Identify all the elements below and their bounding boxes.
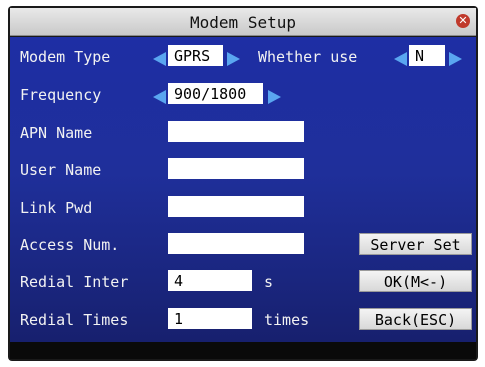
modem-setup-window: Modem Setup ✕ Modem Type GPRS Whether us… (8, 6, 478, 361)
bottom-bar (10, 342, 476, 359)
whether-use-prev-arrow-icon[interactable] (394, 52, 407, 66)
whether-use-label: Whether use (258, 48, 358, 66)
user-name-input[interactable] (168, 158, 304, 179)
whether-use-next-arrow-icon[interactable] (449, 52, 462, 66)
frequency-label: Frequency (20, 86, 102, 104)
window-title: Modem Setup (190, 13, 296, 32)
close-icon[interactable]: ✕ (456, 14, 470, 28)
user-name-label: User Name (20, 161, 102, 179)
title-bar: Modem Setup ✕ (10, 8, 476, 36)
back-button[interactable]: Back(ESC) (359, 308, 472, 330)
frequency-value: 900/1800 (174, 85, 247, 103)
modem-type-value: GPRS (174, 47, 211, 65)
redial-inter-label: Redial Inter (20, 273, 129, 291)
access-num-label: Access Num. (20, 236, 120, 254)
ok-button[interactable]: OK(M<-) (359, 270, 472, 292)
server-set-button[interactable]: Server Set (359, 233, 472, 255)
frequency-select[interactable]: 900/1800 (168, 83, 263, 104)
redial-times-value: 1 (174, 310, 184, 328)
modem-type-prev-arrow-icon[interactable] (153, 52, 166, 66)
modem-type-select[interactable]: GPRS (168, 45, 223, 66)
modem-type-label: Modem Type (20, 48, 111, 66)
redial-times-label: Redial Times (20, 311, 129, 329)
form-panel: Modem Type GPRS Whether use N Frequency … (10, 37, 476, 342)
link-pwd-input[interactable] (168, 196, 304, 217)
frequency-prev-arrow-icon[interactable] (153, 90, 166, 104)
apn-name-label: APN Name (20, 124, 93, 142)
redial-inter-value: 4 (174, 272, 184, 290)
whether-use-select[interactable]: N (409, 45, 445, 66)
apn-name-input[interactable] (168, 121, 304, 142)
whether-use-value: N (415, 47, 425, 65)
redial-inter-input[interactable]: 4 (168, 270, 252, 291)
redial-inter-unit: s (264, 273, 274, 291)
redial-times-unit: times (264, 311, 310, 329)
access-num-input[interactable] (168, 233, 304, 254)
redial-times-input[interactable]: 1 (168, 308, 252, 329)
link-pwd-label: Link Pwd (20, 199, 93, 217)
modem-type-next-arrow-icon[interactable] (227, 52, 240, 66)
frequency-next-arrow-icon[interactable] (268, 90, 281, 104)
